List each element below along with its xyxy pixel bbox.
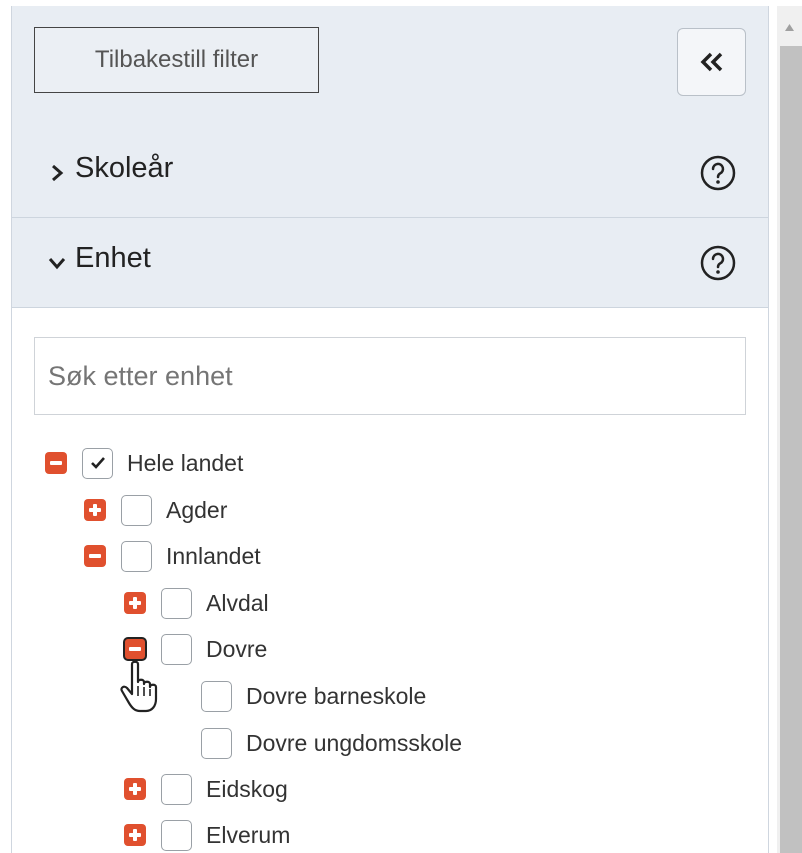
tree-checkbox[interactable] [161,633,192,665]
section-title-skolear: Skoleår [75,152,174,184]
tree-label: Elverum [206,821,291,848]
filter-toolbar: Tilbakestill filter [12,6,768,129]
tree-checkbox[interactable] [201,680,232,712]
unit-search-input[interactable] [34,337,746,415]
tree-node-elverum: Elverum [124,815,290,853]
help-icon[interactable] [699,154,737,192]
reset-filter-button[interactable]: Tilbakestill filter [34,27,319,93]
chevron-right-icon [52,164,64,182]
tree-checkbox[interactable] [121,540,152,572]
tree-node-innlandet: Innlandet [84,536,261,576]
scroll-up-arrow[interactable] [777,6,802,46]
tree-node-eidskog: Eidskog [124,769,288,809]
expand-plus-icon[interactable] [124,824,146,846]
tree-label: Hele landet [127,449,244,476]
section-title-enhet: Enhet [75,242,151,274]
filter-panel: Tilbakestill filter Skoleår Enhet Søk et… [11,6,769,853]
tree-checkbox[interactable] [161,773,192,805]
tree-checkbox[interactable] [121,494,152,526]
tree-checkbox[interactable] [201,727,232,759]
tree-label: Innlandet [166,542,261,569]
triangle-up-icon [785,24,794,31]
tree-label: Eidskog [206,775,288,802]
double-chevron-left-icon [700,52,722,72]
help-icon[interactable] [699,244,737,282]
section-skolear[interactable]: Skoleår [12,128,768,218]
section-enhet[interactable]: Enhet [12,218,768,308]
expand-plus-icon[interactable] [84,499,106,521]
tree-node-agder: Agder [84,490,227,530]
tree-checkbox[interactable] [161,587,192,619]
tree-node-alvdal: Alvdal [124,583,269,623]
expand-plus-icon[interactable] [124,778,146,800]
vertical-scrollbar[interactable] [777,6,802,853]
tree-checkbox[interactable] [161,819,192,851]
tree-label: Agder [166,496,228,523]
tree-label: Dovre ungdomsskole [246,729,463,756]
hand-pointer-cursor-icon [120,660,158,713]
chevron-down-icon [48,258,66,270]
checkmark-icon [90,457,105,469]
collapse-minus-icon[interactable] [123,637,147,661]
reset-filter-label: Tilbakestill filter [94,46,259,73]
collapse-minus-icon[interactable] [45,452,67,474]
tree-node-hele-landet: Hele landet [45,443,243,483]
tree-label: Alvdal [206,589,269,616]
expand-plus-icon[interactable] [124,592,146,614]
tree-label: Dovre barneskole [246,682,427,709]
scrollbar-thumb[interactable] [780,46,802,853]
collapse-panel-button[interactable] [677,28,746,96]
collapse-minus-icon[interactable] [84,545,106,567]
tree-checkbox[interactable] [82,447,113,479]
tree-node-dovre-ungdomsskole: Dovre ungdomsskole [164,723,462,763]
tree-node-dovre-barneskole: Dovre barneskole [164,676,426,716]
tree-label: Dovre [206,635,268,662]
